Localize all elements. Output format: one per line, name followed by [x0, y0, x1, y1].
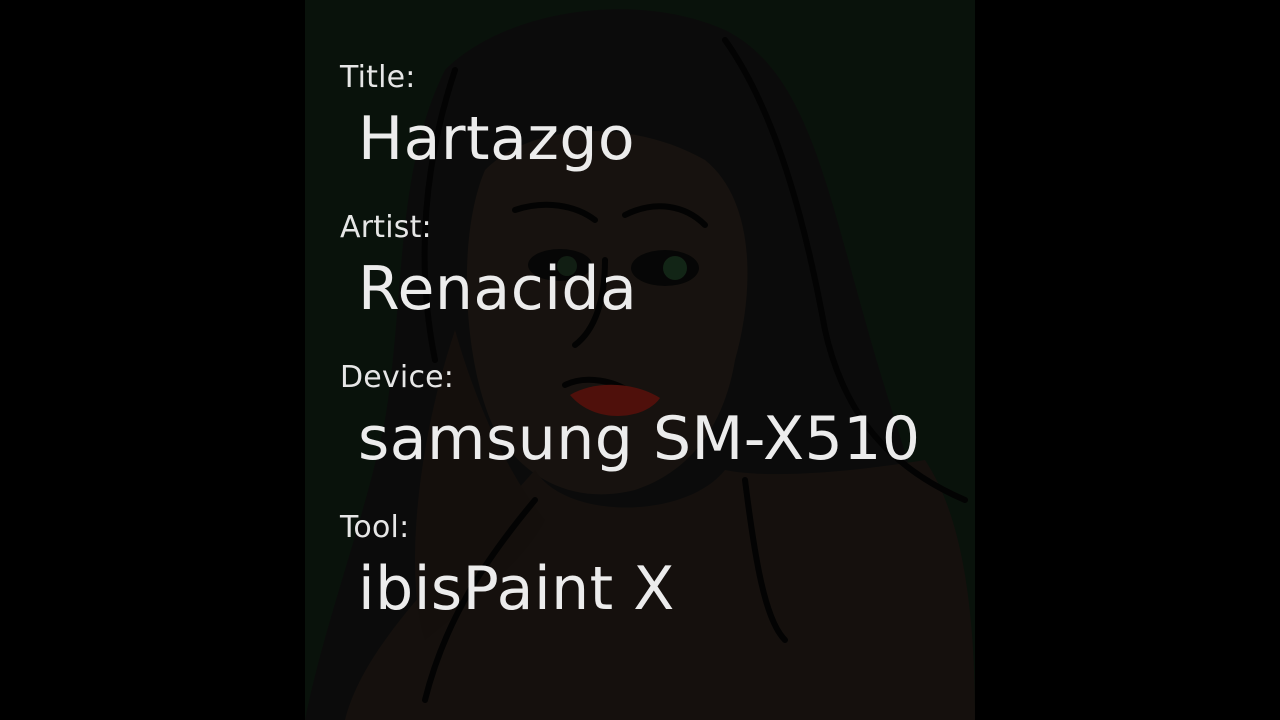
title-value: Hartazgo	[358, 104, 636, 174]
tool-label: Tool:	[340, 510, 410, 545]
title-label: Title:	[340, 60, 416, 95]
tool-value: ibisPaint X	[358, 554, 675, 624]
video-frame: Title: Hartazgo Artist: Renacida Device:…	[0, 0, 1280, 720]
device-label: Device:	[340, 360, 455, 395]
artist-label: Artist:	[340, 210, 432, 245]
device-value: samsung SM-X510	[358, 404, 921, 474]
artwork-info-panel: Title: Hartazgo Artist: Renacida Device:…	[340, 0, 960, 720]
artist-value: Renacida	[358, 254, 638, 324]
